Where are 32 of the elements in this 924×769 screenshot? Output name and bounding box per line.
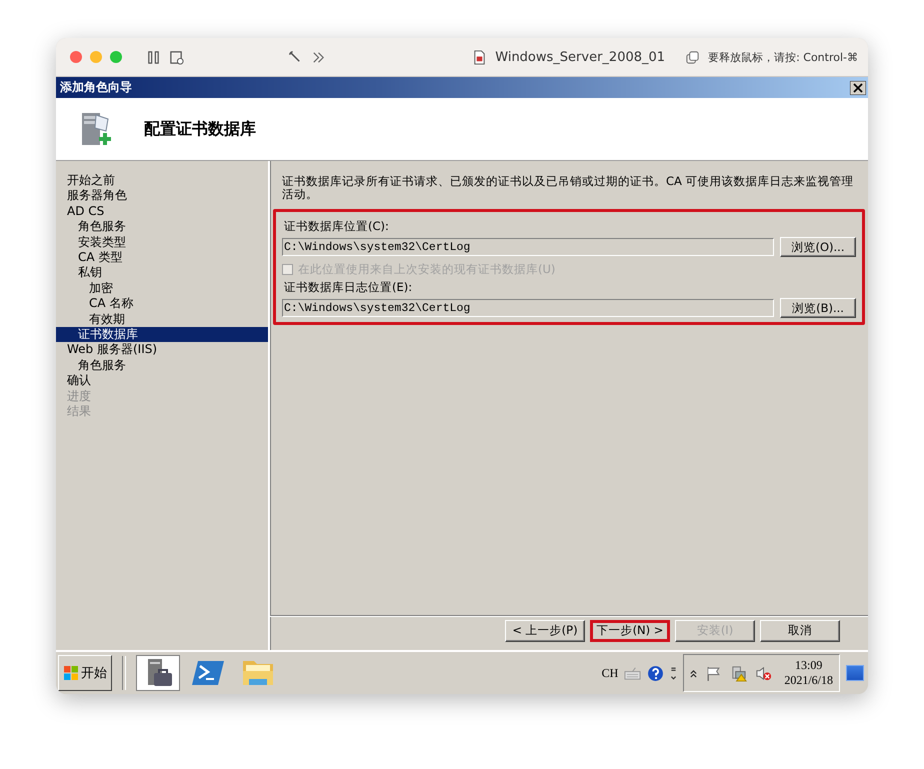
wizard-step[interactable]: 有效期 xyxy=(56,312,268,328)
wizard-step[interactable]: AD CS xyxy=(56,204,268,220)
vm-title: Windows_Server_2008_01 xyxy=(495,50,666,64)
release-hint: 要释放鼠标，请按: Control-⌘ xyxy=(708,50,858,64)
field-label: 证书数据库位置(C): xyxy=(284,219,390,234)
browse-button[interactable]: 浏览(O)... xyxy=(780,237,856,257)
wizard-step[interactable]: CA 类型 xyxy=(56,250,268,266)
wizard-button[interactable]: < 上一步(P) xyxy=(505,620,585,642)
wizard-step[interactable]: 角色服务 xyxy=(56,219,268,235)
path-field[interactable]: C:\Windows\system32\CertLog xyxy=(282,299,774,317)
clock-date[interactable]: 2021/6/18 xyxy=(784,673,833,688)
wizard-step[interactable]: 开始之前 xyxy=(56,173,268,188)
input-language[interactable]: CH xyxy=(602,666,618,680)
wizard-step[interactable]: 确认 xyxy=(56,373,268,389)
page-heading: 配置证书数据库 xyxy=(144,118,256,140)
clock-time[interactable]: 13:09 xyxy=(794,658,822,673)
wizard-button[interactable]: 下一步(N) > xyxy=(590,620,670,642)
wizard-title: 添加角色向导 xyxy=(60,79,132,96)
start-button[interactable]: 开始 xyxy=(58,655,112,691)
wizard-button[interactable]: 取消 xyxy=(760,620,840,642)
field-label: 证书数据库日志位置(E): xyxy=(284,280,414,295)
wizard-step[interactable]: 证书数据库 xyxy=(56,327,268,342)
browse-button[interactable]: 浏览(B)... xyxy=(780,298,856,318)
wizard-step[interactable]: CA 名称 xyxy=(56,296,268,312)
path-field[interactable]: C:\Windows\system32\CertLog xyxy=(282,238,774,256)
wizard-step[interactable]: 服务器角色 xyxy=(56,188,268,204)
wizard-step[interactable]: 私钥 xyxy=(56,265,268,281)
wizard-step[interactable]: 安装类型 xyxy=(56,234,268,250)
description-text: 证书数据库记录所有证书请求、已颁发的证书以及已吊销或过期的证书。CA 可使用该数据库日志来监视管理活动。 xyxy=(282,175,855,201)
wizard-step[interactable]: Web 服务器(IIS) xyxy=(56,342,268,358)
wizard-step[interactable]: 加密 xyxy=(56,280,268,296)
wizard-step[interactable]: 角色服务 xyxy=(56,358,268,374)
